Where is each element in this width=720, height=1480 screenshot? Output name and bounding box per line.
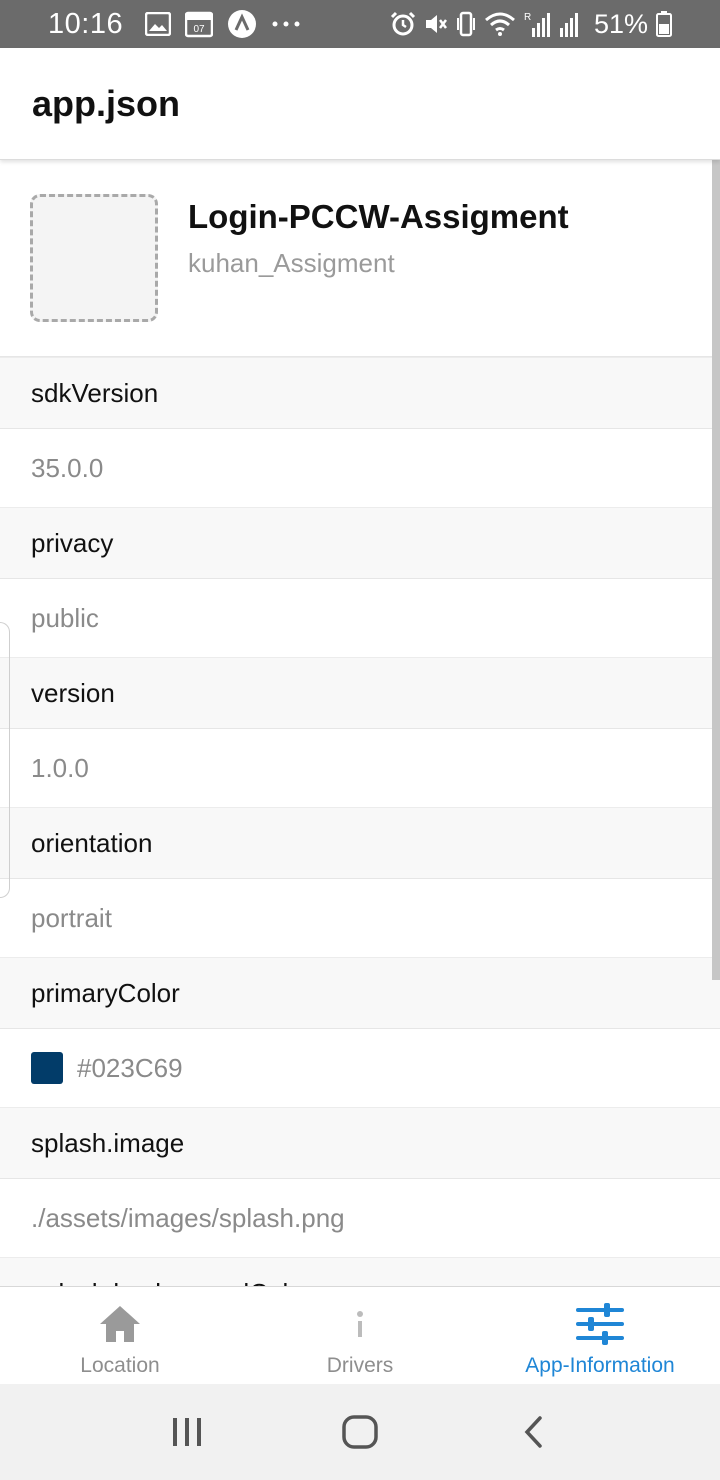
home-circle-icon: [342, 1415, 378, 1449]
section-title-primarycolor: primaryColor: [0, 957, 720, 1029]
back-icon: [524, 1416, 543, 1448]
back-button[interactable]: [493, 1392, 573, 1472]
more-icon: [271, 20, 301, 28]
section-title-privacy: privacy: [0, 507, 720, 579]
info-icon: [355, 1296, 365, 1352]
recents-icon: [172, 1418, 201, 1446]
tab-app-information[interactable]: App-Information: [480, 1287, 720, 1384]
section-value-sdkversion: 35.0.0: [0, 429, 720, 507]
app-text: Login-PCCW-Assigment kuhan_Assigment: [188, 194, 569, 279]
content-scroll[interactable]: Login-PCCW-Assigment kuhan_Assigment sdk…: [0, 160, 720, 1286]
signal-r-icon: R: [524, 10, 550, 38]
sliders-icon: [576, 1296, 624, 1352]
system-nav-bar: [0, 1384, 720, 1480]
section-title-splash-image: splash.image: [0, 1107, 720, 1179]
app-a-icon: [227, 9, 257, 39]
battery-percent: 51%: [593, 8, 648, 39]
svg-text:07: 07: [194, 24, 206, 35]
section-value-privacy: public: [0, 579, 720, 657]
calendar-icon: 07: [185, 10, 214, 38]
image-icon: [145, 12, 172, 36]
app-name: Login-PCCW-Assigment: [188, 198, 569, 235]
tab-label-app-information: App-Information: [525, 1354, 675, 1377]
status-right-icons: R 51%: [390, 9, 672, 40]
status-bar: 10:16 07 R 51%: [0, 0, 720, 48]
section-title-splash-background: splash.backgroundColor: [0, 1257, 720, 1286]
home-button[interactable]: [320, 1392, 400, 1472]
tab-drivers[interactable]: Drivers: [240, 1287, 480, 1384]
color-swatch: [31, 1052, 63, 1084]
bottom-tab-bar: Location Drivers App-Information: [0, 1286, 720, 1384]
signal-icon: [558, 10, 582, 38]
section-title-sdkversion: sdkVersion: [0, 357, 720, 429]
vibrate-icon: [456, 11, 476, 37]
tab-label-drivers: Drivers: [326, 1354, 394, 1377]
app-icon-placeholder: [30, 194, 158, 322]
recent-apps-button[interactable]: [147, 1392, 227, 1472]
mute-icon: [424, 12, 448, 36]
tab-location[interactable]: Location: [0, 1287, 240, 1384]
tab-label-location: Location: [80, 1354, 160, 1377]
alarm-icon: [390, 11, 416, 37]
home-icon: [98, 1296, 142, 1352]
svg-text:R: R: [524, 12, 531, 23]
section-value-splash-image: ./assets/images/splash.png: [0, 1179, 720, 1257]
primary-color-hex: #023C69: [77, 1052, 183, 1083]
scrollbar[interactable]: [712, 160, 720, 980]
section-value-orientation: portrait: [0, 879, 720, 957]
app-header: app.json: [0, 48, 720, 160]
wifi-icon: [484, 11, 516, 37]
status-left-icons: 07: [145, 9, 301, 39]
section-value-primarycolor: #023C69: [0, 1029, 720, 1107]
edge-panel-handle[interactable]: [0, 622, 10, 898]
section-title-version: version: [0, 657, 720, 729]
section-title-orientation: orientation: [0, 807, 720, 879]
app-slug: kuhan_Assigment: [188, 248, 395, 278]
battery-icon: [656, 11, 672, 37]
status-time: 10:16: [48, 7, 124, 40]
section-value-version: 1.0.0: [0, 729, 720, 807]
page-title: app.json: [32, 82, 181, 124]
app-card: Login-PCCW-Assigment kuhan_Assigment: [0, 160, 720, 357]
